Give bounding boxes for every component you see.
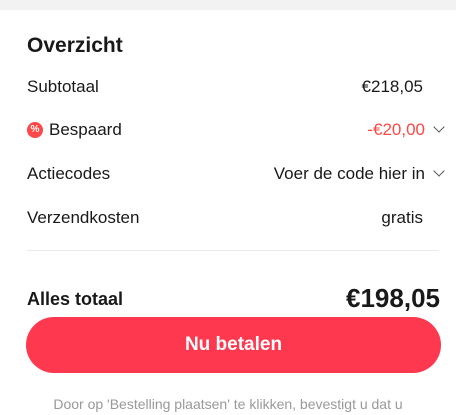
subtotal-row: Subtotaal €218,05	[27, 75, 423, 99]
divider	[27, 250, 439, 251]
subtotal-value: €218,05	[361, 77, 423, 96]
total-label: Alles totaal	[27, 289, 124, 309]
savings-value-wrap[interactable]: -€20,00	[367, 118, 445, 142]
promo-code-placeholder: Voer de code hier in	[273, 164, 425, 183]
shipping-value: gratis	[381, 208, 423, 227]
chevron-down-icon[interactable]	[433, 121, 445, 133]
savings-value: -€20,00	[367, 120, 425, 139]
promo-code-label: Actiecodes	[27, 164, 111, 183]
promo-code-row[interactable]: Actiecodes Voer de code hier in	[27, 162, 445, 186]
shipping-row: Verzendkosten gratis	[27, 206, 423, 230]
promo-code-input[interactable]: Voer de code hier in	[273, 162, 445, 186]
total-value: €198,05	[346, 283, 440, 313]
savings-row[interactable]: % Bespaard -€20,00	[27, 118, 445, 142]
pay-now-button[interactable]: Nu betalen	[26, 317, 441, 373]
subtotal-label: Subtotaal	[27, 77, 99, 96]
savings-label: Bespaard	[49, 120, 122, 139]
shipping-label: Verzendkosten	[27, 208, 140, 227]
discount-badge-icon: %	[27, 122, 43, 138]
order-summary-panel: Overzicht Subtotaal €218,05 % Bespaard -…	[0, 10, 456, 415]
chevron-down-icon[interactable]	[433, 165, 445, 177]
disclaimer-text: Door op 'Bestelling plaatsen' te klikken…	[53, 396, 403, 412]
summary-title: Overzicht	[27, 34, 123, 57]
